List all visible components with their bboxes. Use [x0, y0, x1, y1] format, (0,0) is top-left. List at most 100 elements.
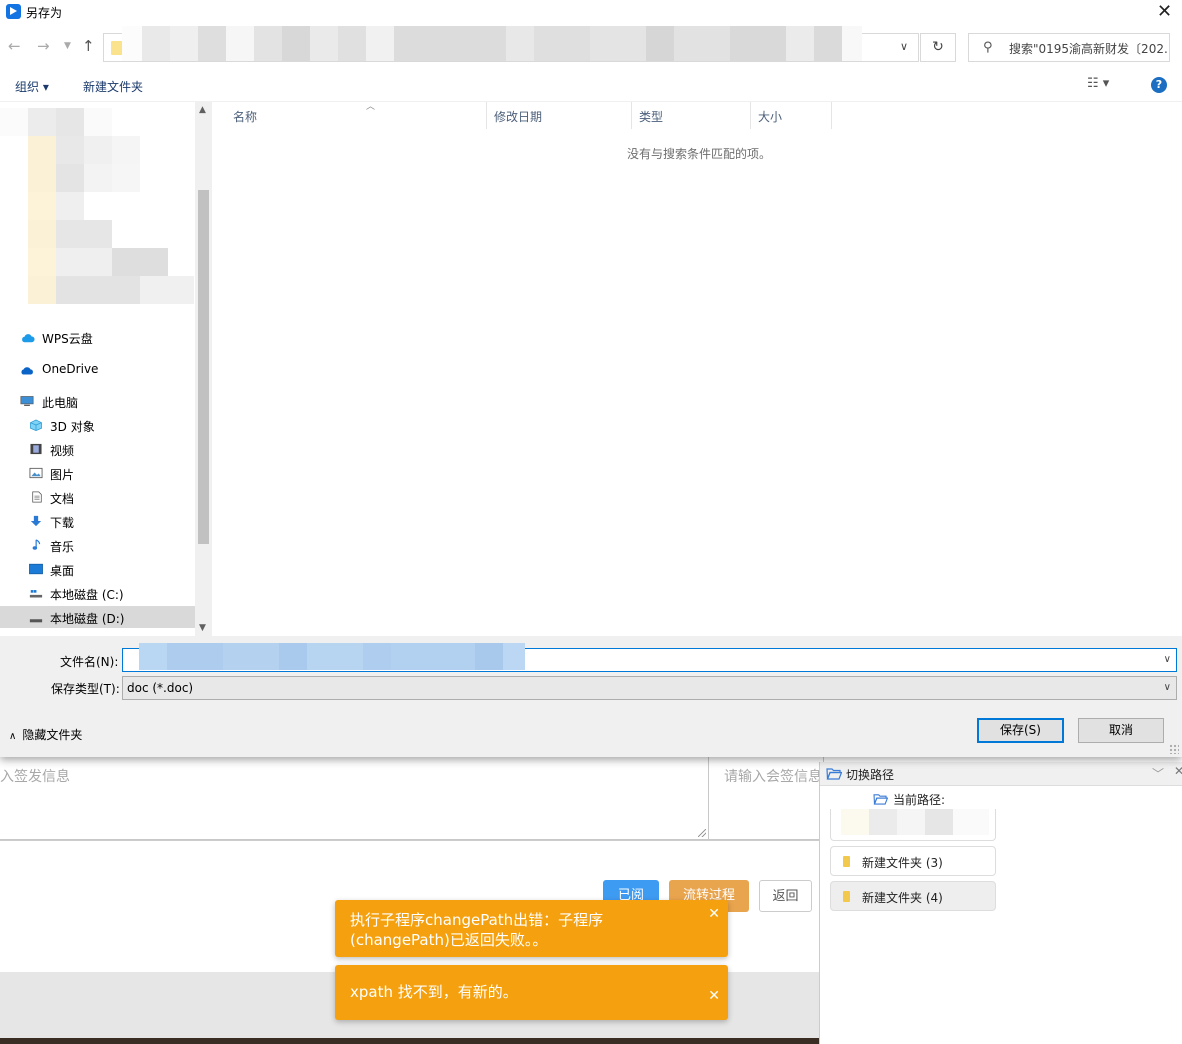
- sign-textarea[interactable]: 输入签发信息: [0, 756, 709, 840]
- hide-folders-toggle[interactable]: ∧ 隐藏文件夹: [9, 726, 82, 743]
- recent-locations-chevron-icon[interactable]: ▼: [64, 41, 71, 51]
- nav-item-onedrive[interactable]: OneDrive: [0, 358, 195, 380]
- folder-open-icon: [826, 768, 842, 780]
- close-icon[interactable]: ✕: [708, 969, 720, 1024]
- up-arrow-icon[interactable]: ↑: [82, 37, 95, 55]
- nav-item-label: 桌面: [50, 564, 75, 578]
- column-header-type[interactable]: 类型: [632, 102, 751, 129]
- nav-item-label: 此电脑: [42, 396, 79, 410]
- switch-path-header[interactable]: 切换路径 ﹀ ✕: [820, 762, 1182, 786]
- new-folder-button[interactable]: 新建文件夹: [83, 78, 143, 95]
- nav-item-wps-cloud[interactable]: WPS云盘: [0, 326, 195, 348]
- nav-item-documents[interactable]: 文档: [0, 486, 195, 508]
- address-path: [122, 26, 862, 61]
- computer-icon: [20, 396, 34, 406]
- chevron-up-icon: ∧: [9, 731, 17, 742]
- chevron-down-icon[interactable]: ∨: [1164, 654, 1171, 665]
- cube-icon: [30, 419, 42, 431]
- divider: [0, 840, 820, 841]
- column-header-modified[interactable]: 修改日期: [487, 102, 632, 129]
- search-icon: ⚲: [983, 40, 993, 55]
- hide-folders-label: 隐藏文件夹: [22, 728, 83, 742]
- nav-item-music[interactable]: 音乐: [0, 534, 195, 556]
- filename-label: 文件名(N):: [60, 655, 119, 669]
- error-toast: xpath 找不到，有新的。 ✕: [335, 965, 728, 1020]
- resize-grip-icon[interactable]: [1169, 744, 1179, 754]
- organize-menu[interactable]: 组织 ▾: [15, 78, 49, 95]
- save-as-dialog: 另存为 ✕ ← → ▼ ↑ ∨ ↻ ⚲ 搜索"0195渝高新财发〔202... …: [0, 0, 1182, 757]
- nav-item-drive-d[interactable]: 本地磁盘 (D:): [0, 606, 195, 628]
- switch-path-panel: 切换路径 ﹀ ✕ 当前路径: 新建文件夹 (3) 新建文件夹 (4): [819, 762, 1182, 1044]
- folder-item[interactable]: 新建文件夹 (3): [830, 846, 996, 876]
- back-button[interactable]: 返回: [759, 880, 812, 912]
- current-path-value: [830, 809, 996, 841]
- nav-item-drive-c[interactable]: 本地磁盘 (C:): [0, 582, 195, 604]
- nav-item-pictures[interactable]: 图片: [0, 462, 195, 484]
- forward-arrow-icon[interactable]: →: [37, 37, 50, 55]
- scroll-down-icon[interactable]: ▼: [199, 623, 206, 633]
- view-options-icon[interactable]: ☷ ▾: [1087, 76, 1109, 91]
- dialog-title: 另存为: [26, 6, 63, 20]
- download-arrow-icon: [30, 515, 42, 527]
- column-header-size[interactable]: 大小: [751, 102, 832, 129]
- address-bar[interactable]: ∨: [103, 26, 919, 62]
- command-toolbar: 组织 ▾ 新建文件夹 ☷ ▾ ?: [0, 70, 1182, 102]
- chevron-down-icon: ∨: [1163, 682, 1171, 693]
- desktop-icon: [29, 563, 43, 575]
- cloud-icon: [22, 334, 35, 343]
- folder-open-icon: [873, 794, 888, 805]
- nav-item-downloads[interactable]: 下载: [0, 510, 195, 532]
- scrollbar-thumb[interactable]: [198, 190, 209, 544]
- app-icon: [6, 4, 21, 19]
- title-bar[interactable]: 另存为 ✕: [0, 0, 1182, 25]
- onedrive-cloud-icon: [21, 367, 33, 375]
- chevron-down-icon[interactable]: ﹀: [1152, 765, 1164, 782]
- music-note-icon: [32, 539, 41, 550]
- folder-item[interactable]: 新建文件夹 (4): [830, 881, 996, 911]
- filename-value: [139, 643, 525, 670]
- film-icon: [30, 443, 42, 455]
- nav-item-videos[interactable]: 视频: [0, 438, 195, 460]
- filename-input[interactable]: ∨: [122, 643, 1177, 672]
- error-toast: 执行子程序changePath出错：子程序(changePath)已返回失败。。…: [335, 900, 728, 957]
- nav-item-label: 图片: [50, 468, 75, 482]
- resize-grip-icon[interactable]: [698, 829, 706, 837]
- nav-scrollbar[interactable]: ▲ ▼: [195, 102, 212, 636]
- column-header-label: 名称: [233, 110, 258, 124]
- column-header-name[interactable]: 名称 ︿: [226, 102, 487, 129]
- chevron-down-icon[interactable]: ∨: [900, 40, 908, 53]
- folder-icon: [843, 856, 850, 867]
- help-icon[interactable]: ?: [1151, 77, 1167, 93]
- cancel-button[interactable]: 取消: [1078, 718, 1164, 743]
- save-button[interactable]: 保存(S): [977, 718, 1064, 743]
- file-list: 名称 ︿ 修改日期 类型 大小 没有与搜索条件匹配的项。: [212, 102, 1182, 636]
- folder-label: 新建文件夹 (4): [862, 891, 943, 905]
- search-input[interactable]: ⚲ 搜索"0195渝高新财发〔202...: [968, 33, 1170, 62]
- drive-icon: [29, 619, 43, 623]
- folder-icon: [843, 891, 850, 902]
- save-options-panel: 文件名(N): ∨ 保存类型(T): doc (*.doc) ∨ ∧ 隐藏文件夹 …: [0, 636, 1182, 757]
- nav-item-desktop[interactable]: 桌面: [0, 558, 195, 580]
- scroll-up-icon[interactable]: ▲: [199, 105, 206, 115]
- close-icon[interactable]: ✕: [1157, 1, 1172, 22]
- folder-label: 新建文件夹 (3): [862, 856, 943, 870]
- sign-placeholder: 输入签发信息: [0, 769, 70, 785]
- filetype-select[interactable]: doc (*.doc) ∨: [122, 676, 1177, 700]
- document-icon: [32, 491, 42, 503]
- nav-item-label: 下载: [50, 516, 75, 530]
- refresh-button[interactable]: ↻: [920, 33, 956, 62]
- filetype-label: 保存类型(T):: [51, 682, 120, 696]
- nav-item-label: 3D 对象: [50, 420, 95, 434]
- nav-item-3d-objects[interactable]: 3D 对象: [0, 414, 195, 436]
- close-icon[interactable]: ✕: [1174, 764, 1182, 778]
- nav-item-this-pc[interactable]: 此电脑: [0, 390, 195, 412]
- back-arrow-icon[interactable]: ←: [8, 37, 21, 55]
- quick-access-list: [0, 108, 194, 308]
- nav-item-label: 本地磁盘 (C:): [50, 588, 124, 602]
- nav-item-label: WPS云盘: [42, 332, 93, 346]
- navigation-bar: ← → ▼ ↑ ∨ ↻ ⚲ 搜索"0195渝高新财发〔202...: [0, 25, 1182, 70]
- close-icon[interactable]: ✕: [708, 904, 720, 924]
- empty-message: 没有与搜索条件匹配的项。: [627, 147, 772, 161]
- cosign-textarea[interactable]: 请输入会签信息: [709, 756, 824, 840]
- picture-icon: [29, 467, 43, 479]
